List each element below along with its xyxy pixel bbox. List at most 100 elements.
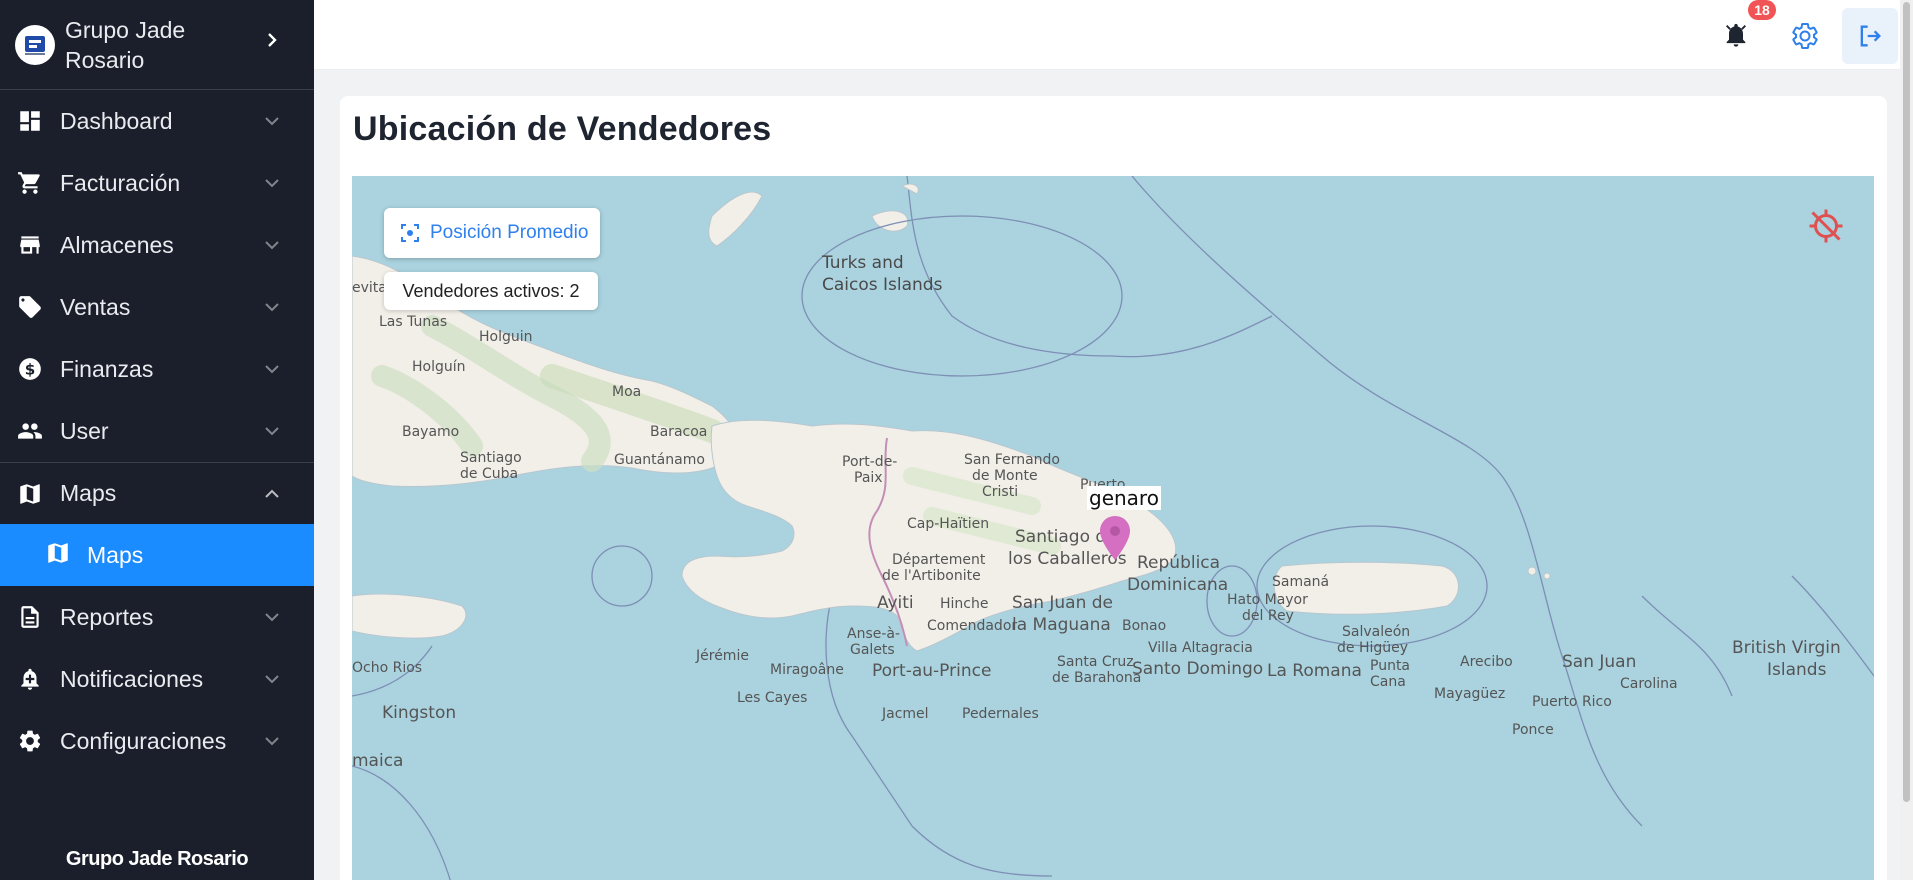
map-pin-icon[interactable] bbox=[1098, 514, 1132, 562]
settings-gear-icon[interactable] bbox=[1783, 14, 1827, 58]
chevron-down-icon bbox=[265, 427, 279, 436]
map-label: Caicos Islands bbox=[822, 275, 943, 295]
map-label: Villa Altagracia bbox=[1148, 640, 1253, 656]
map-label: de Higüey bbox=[1337, 640, 1408, 656]
sidebar-footer: Grupo Jade Rosario bbox=[65, 848, 249, 870]
brand-name: Grupo Jade Rosario bbox=[65, 16, 186, 73]
map-label: Dominicana bbox=[1127, 575, 1228, 595]
chevron-down-icon bbox=[265, 179, 279, 188]
map-label: Puerto Rico bbox=[1532, 694, 1612, 710]
sidebar-item-facturacion[interactable]: Facturación bbox=[0, 152, 314, 214]
map-label: de Monte bbox=[972, 468, 1038, 484]
map-label: Holguín bbox=[412, 359, 466, 375]
map-label: la Maguana bbox=[1012, 615, 1111, 635]
sidebar-item-dashboard[interactable]: Dashboard bbox=[0, 90, 314, 152]
average-position-button[interactable]: Posición Promedio bbox=[384, 208, 600, 258]
svg-text:$: $ bbox=[24, 360, 35, 378]
sidebar-item-finanzas[interactable]: $ Finanzas bbox=[0, 338, 314, 400]
brand-header[interactable]: Grupo Jade Rosario bbox=[0, 0, 314, 90]
map-label: de l'Artibonite bbox=[882, 568, 981, 584]
dollar-icon: $ bbox=[15, 355, 44, 384]
sidebar-item-label: Facturación bbox=[60, 169, 181, 196]
sidebar-item-ventas[interactable]: Ventas bbox=[0, 276, 314, 338]
store-icon bbox=[15, 231, 44, 260]
chevron-down-icon bbox=[265, 365, 279, 374]
map-label: Las Tunas bbox=[379, 314, 447, 330]
chevron-down-icon bbox=[265, 613, 279, 622]
users-icon bbox=[15, 417, 44, 446]
map-label: Guantánamo bbox=[614, 452, 705, 468]
sidebar-subitem-maps[interactable]: Maps bbox=[0, 524, 314, 586]
map-label: Santa Cruz bbox=[1057, 654, 1134, 670]
map-label: Anse-à- bbox=[847, 626, 900, 642]
gear-icon bbox=[15, 727, 44, 756]
map-icon bbox=[45, 540, 71, 571]
sidebar-nav: Dashboard Facturación Almacenes Ventas $… bbox=[0, 90, 314, 772]
map-icon bbox=[15, 479, 44, 508]
map-label: Jérémie bbox=[695, 648, 749, 664]
map-label: Pedernales bbox=[962, 706, 1039, 722]
location-disabled-icon[interactable] bbox=[1808, 208, 1844, 244]
chevron-right-icon[interactable] bbox=[262, 30, 282, 50]
tag-icon bbox=[15, 293, 44, 322]
map-label: Samaná bbox=[1272, 574, 1329, 590]
chevron-up-icon bbox=[265, 489, 279, 498]
map-label: Turks and bbox=[821, 253, 904, 273]
map-label: Holguin bbox=[479, 329, 533, 345]
map-label: Cristi bbox=[982, 484, 1018, 500]
bell-plus-icon bbox=[15, 665, 44, 694]
average-position-label: Posición Promedio bbox=[430, 222, 589, 243]
map-label: Jacmel bbox=[881, 706, 929, 722]
sidebar-item-label: Maps bbox=[60, 480, 117, 506]
dashboard-icon bbox=[15, 107, 44, 136]
page-title: Ubicación de Vendedores bbox=[353, 110, 772, 148]
map-label: Santiago bbox=[460, 450, 522, 466]
map-label: Les Cayes bbox=[737, 690, 807, 706]
map-label: San Juan bbox=[1562, 652, 1636, 672]
map-label: Islands bbox=[1767, 660, 1827, 680]
chevron-down-icon bbox=[265, 117, 279, 126]
sidebar-item-label: Configuraciones bbox=[60, 727, 227, 754]
map-label: Ponce bbox=[1512, 722, 1554, 738]
map-label: República bbox=[1137, 553, 1220, 573]
map-label: Paix bbox=[854, 470, 883, 486]
map-label: Bayamo bbox=[402, 424, 459, 440]
map-label: Hato Mayor bbox=[1227, 592, 1308, 608]
sidebar-subitem-label: Maps bbox=[87, 541, 144, 568]
scrollbar-thumb[interactable] bbox=[1903, 2, 1910, 802]
map-label: Port-au-Prince bbox=[872, 661, 991, 681]
map-label: Arecibo bbox=[1460, 654, 1513, 670]
map-label: maica bbox=[352, 751, 403, 771]
sidebar-item-configuraciones[interactable]: Configuraciones bbox=[0, 710, 314, 772]
sidebar-item-label: Finanzas bbox=[60, 355, 154, 382]
sidebar-item-maps[interactable]: Maps bbox=[0, 462, 314, 524]
page-scrollbar[interactable] bbox=[1900, 0, 1913, 880]
map-label: Miragoâne bbox=[770, 662, 844, 678]
map-label: Comendador bbox=[927, 618, 1017, 634]
map-label: del Rey bbox=[1242, 608, 1294, 624]
map-label: Baracoa bbox=[650, 424, 707, 440]
sidebar-item-almacenes[interactable]: Almacenes bbox=[0, 214, 314, 276]
chevron-down-icon bbox=[265, 303, 279, 312]
map-label: Santo Domingo bbox=[1132, 659, 1263, 679]
map-label: de Cuba bbox=[460, 466, 518, 482]
map-label: Port-de- bbox=[842, 454, 897, 470]
cart-icon bbox=[15, 169, 44, 198]
notification-badge: 18 bbox=[1748, 0, 1776, 20]
sidebar-item-user[interactable]: User bbox=[0, 400, 314, 462]
sidebar-item-reportes[interactable]: Reportes bbox=[0, 586, 314, 648]
notification-bell-icon[interactable] bbox=[1714, 13, 1758, 57]
sidebar-item-label: User bbox=[60, 417, 109, 444]
sidebar: Grupo Jade Rosario Dashboard Facturación… bbox=[0, 0, 314, 880]
map-label: British Virgin bbox=[1732, 638, 1841, 658]
sidebar-item-label: Ventas bbox=[60, 293, 131, 320]
logout-icon[interactable] bbox=[1842, 8, 1898, 64]
map-label: Punta bbox=[1370, 658, 1410, 674]
company-logo bbox=[15, 24, 55, 65]
map-label: Département bbox=[892, 552, 986, 568]
marker-label: genaro bbox=[1087, 486, 1161, 510]
map-label: Bonao bbox=[1122, 618, 1166, 634]
map-label: Hinche bbox=[940, 596, 988, 612]
sidebar-item-notificaciones[interactable]: Notificaciones bbox=[0, 648, 314, 710]
map-label: San Juan de bbox=[1012, 593, 1113, 613]
